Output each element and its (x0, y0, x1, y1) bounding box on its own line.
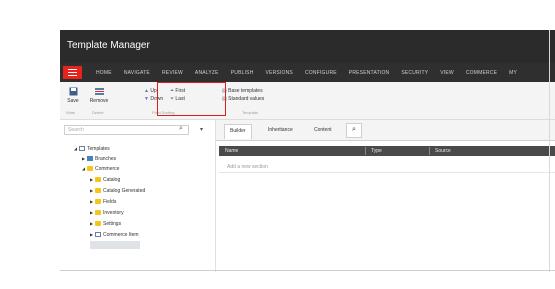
folder-icon (95, 221, 101, 227)
tree-item-branches[interactable]: ▶ Branches (82, 156, 116, 162)
window-bottom-edge (60, 270, 555, 271)
tab-builder[interactable]: Builder (224, 124, 252, 139)
up-label: Up (150, 88, 157, 94)
tree-item-label: Settings (103, 221, 122, 227)
folder-icon (95, 210, 101, 216)
tree-item-label: Catalog (103, 177, 121, 183)
hamburger-line-icon (68, 69, 77, 70)
tab-analyze[interactable]: ANALYZE (195, 70, 219, 76)
tree-item-fields[interactable]: ▶ Fields (90, 199, 116, 205)
folder-icon (95, 188, 101, 194)
tree-item-label: Fields (103, 199, 117, 205)
editor-tabs: Builder Inheritance Content ⌕ (216, 120, 555, 141)
template-icon (95, 232, 101, 238)
tree-item-commerce-item[interactable]: ▶ Commerce Item (90, 232, 139, 238)
chevron-down-icon[interactable]: ▾ (200, 126, 203, 133)
selected-item-highlight (90, 241, 140, 249)
remove-button[interactable]: Remove (87, 87, 111, 104)
remove-group-label: Delete (92, 110, 104, 115)
tree-item-label: Commerce Item (103, 232, 139, 238)
tab-review[interactable]: REVIEW (162, 70, 183, 76)
tab-my[interactable]: MY (509, 70, 517, 76)
save-icon (69, 87, 77, 96)
field-table-header: Name Type Source (219, 146, 555, 156)
tab-inheritance[interactable]: Inheritance (268, 127, 293, 133)
ribbon-tabs-bar: HOME NAVIGATE REVIEW ANALYZE PUBLISH VERSIONS… (60, 63, 555, 82)
base-templates-button[interactable]: ▤ Base templates (222, 88, 263, 94)
column-divider[interactable] (429, 147, 430, 155)
tab-view[interactable]: VIEW (440, 70, 454, 76)
tab-navigate[interactable]: NAVIGATE (124, 70, 150, 76)
save-group-label: Write (66, 110, 76, 115)
tree-item-catalog[interactable]: ▶ Catalog (90, 177, 120, 183)
tab-commerce[interactable]: COMMERCE (466, 70, 497, 76)
base-templates-label: Base templates (228, 88, 263, 94)
search-icon[interactable]: ⌕ (346, 123, 362, 138)
template-builder-pane: Builder Inheritance Content ⌕ Name Type … (216, 120, 555, 272)
hamburger-line-icon (68, 75, 77, 76)
remove-label: Remove (89, 98, 109, 104)
tab-versions[interactable]: VERSIONS (266, 70, 293, 76)
tab-configure[interactable]: CONFIGURE (305, 70, 337, 76)
tree-item-label: Catalog Generated (103, 188, 146, 194)
tab-presentation[interactable]: PRESENTATION (349, 70, 390, 76)
folder-icon (95, 177, 101, 183)
tree-item-label: Inventory (103, 210, 124, 216)
content-tree-pane: Search ⌕ ▾ ◢ Templates ▶ Branches ◢ Commerc… (60, 120, 216, 272)
template-icon (79, 146, 85, 152)
window-edge (549, 30, 550, 272)
arrow-up-icon: ▲ (144, 88, 149, 94)
tab-publish[interactable]: PUBLISH (231, 70, 254, 76)
remove-icon (94, 88, 104, 95)
save-label: Save (67, 98, 79, 104)
column-type: Type (371, 148, 382, 154)
search-placeholder: Search (68, 127, 84, 133)
column-source: Source (435, 148, 451, 154)
template-group-highlight (157, 82, 226, 116)
add-section-label: Add a new section (227, 164, 268, 170)
tab-content[interactable]: Content (314, 127, 332, 133)
add-section-row[interactable]: Add a new section (219, 162, 555, 173)
tree-item-label: Templates (87, 146, 110, 152)
tree-item-inventory[interactable]: ▶ Inventory (90, 210, 124, 216)
hamburger-menu-button[interactable] (63, 66, 82, 79)
search-icon[interactable]: ⌕ (179, 125, 183, 133)
tab-home[interactable]: HOME (96, 70, 112, 76)
tree-item-commerce[interactable]: ◢ Commerce (82, 166, 119, 172)
save-button[interactable]: Save (65, 87, 81, 104)
tab-security[interactable]: SECURITY (401, 70, 428, 76)
hamburger-line-icon (68, 72, 77, 73)
ribbon-toolbar: Save Write Remove Delete ▲ Up ▼ Down ⏶ F… (60, 82, 555, 120)
column-divider[interactable] (365, 147, 366, 155)
template-manager-window: Template Manager HOME NAVIGATE REVIEW ANALY… (60, 30, 555, 272)
app-title: Template Manager (67, 40, 150, 51)
title-bar: Template Manager (60, 30, 555, 63)
tree-item-catalog-generated[interactable]: ▶ Catalog Generated (90, 188, 145, 194)
tree-item-settings[interactable]: ▶ Settings (90, 221, 121, 227)
tree-item-label: Branches (95, 156, 117, 162)
arrow-down-icon: ▼ (144, 96, 149, 102)
standard-values-button[interactable]: ▤ Standard values (222, 96, 264, 102)
folder-icon (95, 199, 101, 205)
tree-item-templates[interactable]: ◢ Templates (74, 146, 110, 152)
folder-icon (87, 166, 93, 172)
move-up-button[interactable]: ▲ Up (144, 88, 157, 94)
column-name: Name (225, 148, 239, 154)
branch-icon (87, 156, 93, 162)
tree-item-label: Commerce (95, 166, 120, 172)
template-group-label: Template (242, 110, 259, 115)
standard-values-label: Standard values (228, 96, 265, 102)
tree-search-input[interactable]: Search ⌕ (64, 125, 189, 135)
